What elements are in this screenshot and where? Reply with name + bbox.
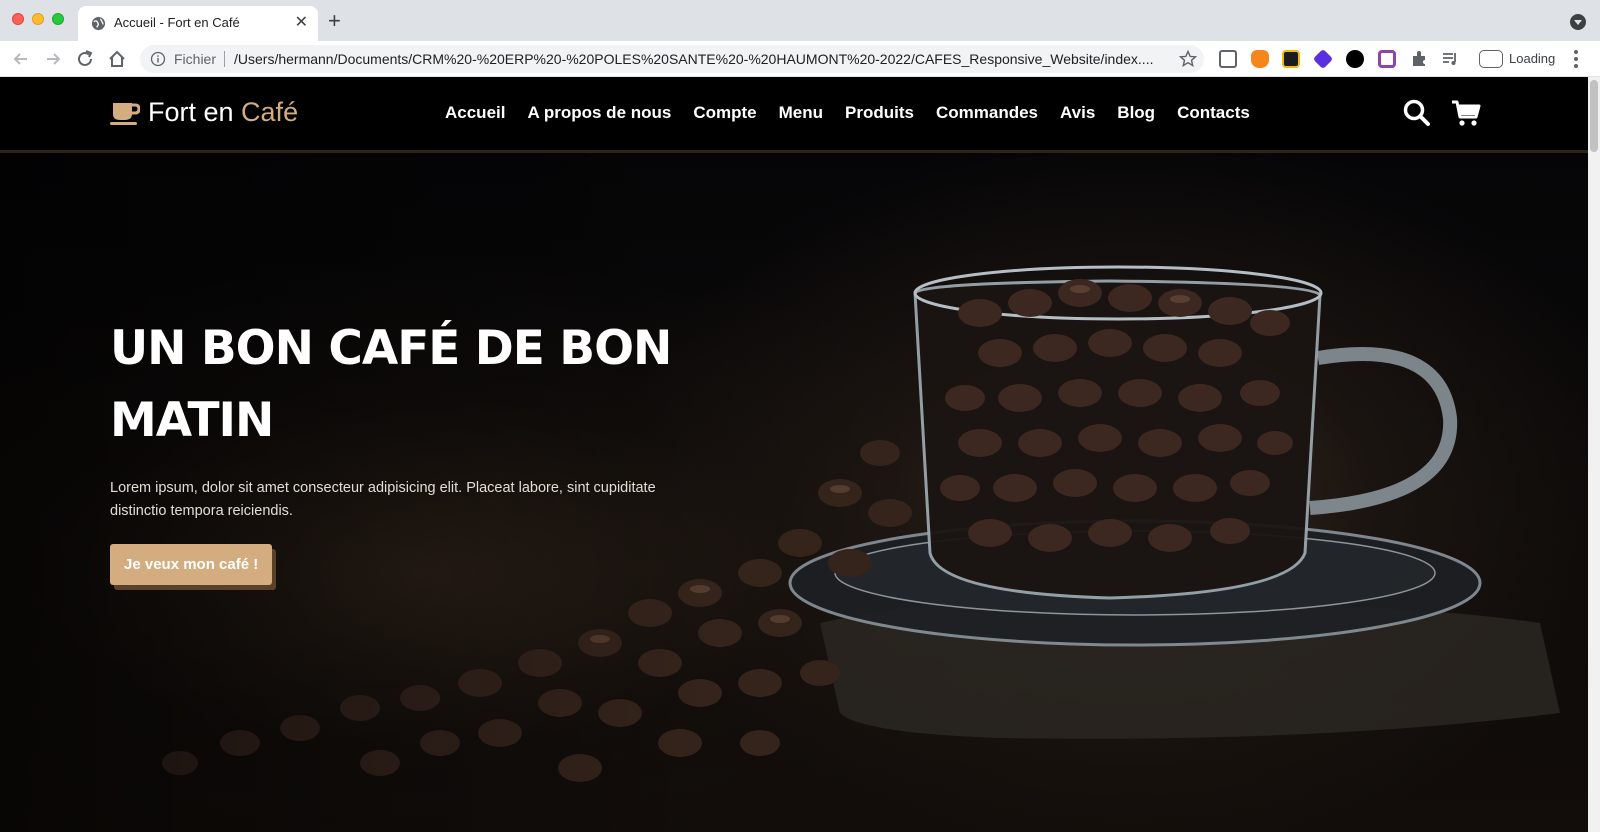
tab-title: Accueil - Fort en Café [114, 15, 240, 30]
hero-title: UN BON CAFÉ DE BON MATIN [110, 321, 672, 448]
search-icon[interactable] [1402, 98, 1432, 128]
star-icon[interactable] [1178, 49, 1198, 69]
logo-accent: Café [241, 97, 299, 127]
address-bar[interactable]: Fichier /Users/hermann/Documents/CRM%20-… [140, 45, 1204, 73]
hero-content: UN BON CAFÉ DE BON MATIN Lorem ipsum, do… [110, 313, 710, 585]
close-tab-icon[interactable]: ✕ [295, 13, 308, 33]
zoom-window-button[interactable] [52, 13, 64, 25]
nav-compte[interactable]: Compte [693, 103, 756, 123]
nav-commandes[interactable]: Commandes [936, 103, 1038, 123]
url-text[interactable]: /Users/hermann/Documents/CRM%20-%20ERP%2… [234, 51, 1153, 67]
browser-tab[interactable]: Accueil - Fort en Café ✕ [78, 6, 318, 41]
nav-menu[interactable]: Menu [779, 103, 823, 123]
nav-a-propos[interactable]: A propos de nous [527, 103, 671, 123]
reload-icon[interactable] [74, 48, 96, 70]
page-viewport: Fort en Café Accueil A propos de nous Co… [0, 77, 1600, 832]
close-window-button[interactable] [12, 13, 24, 25]
back-icon[interactable] [10, 48, 32, 70]
address-separator [224, 51, 225, 67]
nav-accueil[interactable]: Accueil [445, 103, 505, 123]
new-tab-button[interactable]: + [328, 10, 341, 32]
hero-description: Lorem ipsum, dolor sit amet consecteur a… [110, 480, 656, 519]
diamond-extension-icon[interactable] [1312, 48, 1334, 70]
s-extension-icon[interactable] [1346, 50, 1364, 68]
main-navigation: Accueil A propos de nous Compte Menu Pro… [445, 103, 1272, 123]
extensions-icon[interactable] [1410, 50, 1428, 68]
page-scrollbar[interactable] [1588, 77, 1600, 832]
info-icon[interactable] [150, 51, 166, 67]
protocol-label: Fichier [174, 51, 217, 67]
hero-section: UN BON CAFÉ DE BON MATIN Lorem ipsum, do… [0, 153, 1588, 832]
home-icon[interactable] [106, 48, 128, 70]
minimize-window-button[interactable] [32, 13, 44, 25]
binance-extension-icon[interactable] [1282, 50, 1300, 68]
nav-produits[interactable]: Produits [845, 103, 914, 123]
logo-main: Fort en [148, 97, 242, 127]
hexagon-extension-icon[interactable] [1378, 50, 1396, 68]
browser-titlebar: Accueil - Fort en Café ✕ + [0, 0, 1600, 41]
cta-button[interactable]: Je veux mon café ! [110, 544, 273, 585]
media-icon[interactable] [1441, 50, 1459, 68]
site-logo[interactable]: Fort en Café [110, 97, 298, 128]
metamask-fox-icon[interactable] [1251, 50, 1269, 68]
browser-toolbar: Fichier /Users/hermann/Documents/CRM%20-… [0, 41, 1600, 77]
coffee-cup-icon [110, 102, 140, 125]
scrollbar-thumb[interactable] [1590, 80, 1598, 152]
profile-avatar-icon[interactable] [1479, 50, 1503, 68]
nav-blog[interactable]: Blog [1117, 103, 1155, 123]
nav-avis[interactable]: Avis [1060, 103, 1095, 123]
menu-icon[interactable] [1574, 50, 1578, 68]
cart-icon[interactable] [1451, 98, 1481, 128]
profile-status[interactable]: Loading [1509, 51, 1555, 66]
logo-text: Fort en Café [148, 97, 298, 128]
forward-icon[interactable] [42, 48, 64, 70]
tab-search-button[interactable] [1570, 14, 1586, 30]
globe-icon [91, 16, 106, 31]
extension-cube-icon[interactable] [1219, 50, 1237, 68]
site-header: Fort en Café Accueil A propos de nous Co… [0, 77, 1588, 153]
nav-contacts[interactable]: Contacts [1177, 103, 1250, 123]
